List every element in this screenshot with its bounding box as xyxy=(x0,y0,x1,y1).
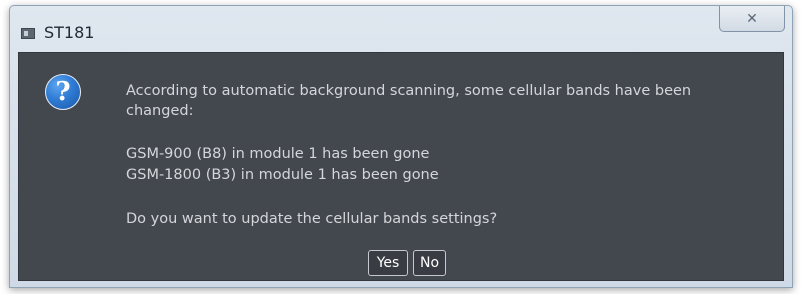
message-line-1: According to automatic background scanni… xyxy=(126,83,692,99)
close-icon: ✕ xyxy=(746,10,758,27)
change-item-1: GSM-900 (B8) in module 1 has been gone xyxy=(126,146,430,162)
change-item-2: GSM-1800 (B3) in module 1 has been gone xyxy=(126,167,439,183)
question-icon: ? xyxy=(45,74,81,110)
no-button[interactable]: No xyxy=(413,250,446,276)
title-bar[interactable]: ST181 ✕ xyxy=(10,6,792,52)
window-title: ST181 xyxy=(44,23,95,42)
message-line-2: changed: xyxy=(126,103,194,119)
update-prompt: Do you want to update the cellular bands… xyxy=(126,211,498,227)
dialog-window: ST181 ✕ ? According to automatic backgro… xyxy=(9,5,793,288)
app-icon xyxy=(21,28,35,39)
yes-button[interactable]: Yes xyxy=(368,250,408,276)
dialog-content: ? According to automatic background scan… xyxy=(18,52,784,281)
close-button[interactable]: ✕ xyxy=(719,6,785,32)
